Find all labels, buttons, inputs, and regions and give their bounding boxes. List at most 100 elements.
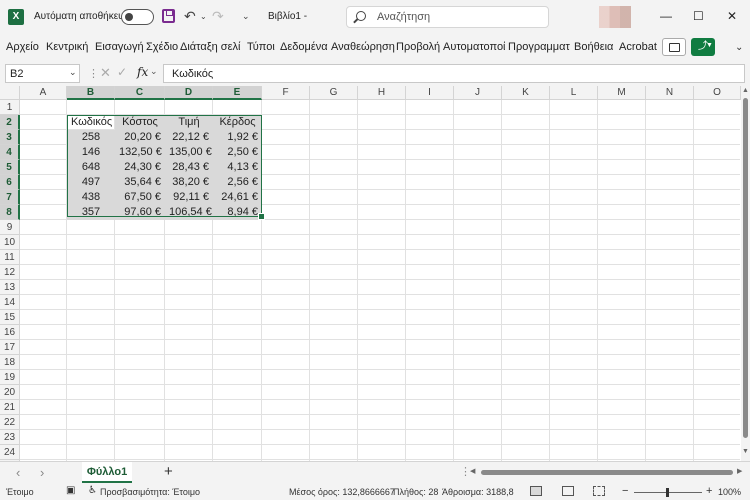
close-icon[interactable]: ✕	[727, 9, 737, 23]
row-header-23[interactable]: 23	[0, 430, 20, 445]
search-box[interactable]: Αναζήτηση	[346, 6, 549, 28]
column-header-h[interactable]: H	[358, 86, 406, 100]
document-title[interactable]: Βιβλίο1 -	[268, 11, 307, 22]
customize-toolbar-icon[interactable]: ⌄	[242, 11, 250, 22]
avatar[interactable]	[599, 6, 631, 28]
column-header-l[interactable]: L	[550, 86, 598, 100]
row-header-20[interactable]: 20	[0, 385, 20, 400]
column-header-g[interactable]: G	[310, 86, 358, 100]
enter-icon[interactable]: ✓	[117, 65, 127, 79]
redo-icon[interactable]: ↷	[212, 8, 224, 25]
accessibility-icon[interactable]: ♿	[88, 485, 97, 496]
zoom-slider-thumb[interactable]	[666, 488, 669, 497]
select-all-corner[interactable]	[0, 86, 20, 100]
zoom-in-icon[interactable]: +	[706, 485, 712, 497]
next-sheet-icon[interactable]: ›	[40, 465, 44, 480]
tab-file[interactable]: Αρχείο	[6, 41, 39, 53]
tab-data[interactable]: Δεδομένα	[280, 41, 328, 53]
function-dropdown-icon[interactable]: ⌄	[150, 66, 158, 77]
row-header-3[interactable]: 3	[0, 130, 20, 145]
column-header-c[interactable]: C	[115, 86, 165, 100]
normal-view-icon[interactable]	[530, 486, 542, 496]
row-header-14[interactable]: 14	[0, 295, 20, 310]
row-header-21[interactable]: 21	[0, 400, 20, 415]
tab-home[interactable]: Κεντρική	[46, 41, 88, 53]
name-box[interactable]: B2 ⌄	[5, 64, 80, 83]
row-header-7[interactable]: 7	[0, 190, 20, 205]
selection-range[interactable]	[67, 115, 265, 220]
maximize-icon[interactable]: ☐	[693, 9, 704, 23]
row-header-11[interactable]: 11	[0, 250, 20, 265]
vertical-scroll-thumb[interactable]	[743, 98, 748, 438]
column-header-k[interactable]: K	[502, 86, 550, 100]
undo-dropdown-icon[interactable]: ⌄	[200, 12, 207, 21]
row-header-5[interactable]: 5	[0, 160, 20, 175]
chevron-down-icon[interactable]: ⌄	[735, 42, 743, 53]
autosave-toggle[interactable]	[121, 9, 154, 25]
tab-developer[interactable]: Προγραμματι	[508, 41, 570, 53]
row-header-2[interactable]: 2	[0, 115, 20, 130]
comments-button[interactable]	[662, 38, 686, 56]
row-header-4[interactable]: 4	[0, 145, 20, 160]
horizontal-scroll-thumb[interactable]	[481, 470, 733, 475]
row-header-18[interactable]: 18	[0, 355, 20, 370]
name-box-dropdown-icon[interactable]: ⌄	[69, 67, 77, 78]
macro-record-icon[interactable]: ▣	[66, 485, 75, 496]
row-header-9[interactable]: 9	[0, 220, 20, 235]
add-sheet-button[interactable]: +	[164, 463, 173, 480]
column-header-a[interactable]: A	[20, 86, 67, 100]
column-header-f[interactable]: F	[262, 86, 310, 100]
row-header-24[interactable]: 24	[0, 445, 20, 460]
column-header-d[interactable]: D	[165, 86, 213, 100]
tab-draw[interactable]: Σχέδιο	[146, 41, 178, 53]
column-header-e[interactable]: E	[213, 86, 262, 100]
share-dropdown-icon[interactable]: ▼	[706, 42, 713, 49]
tab-formulas[interactable]: Τύποι	[247, 41, 275, 53]
tab-help[interactable]: Βοήθεια	[574, 41, 613, 53]
minimize-icon[interactable]: —	[660, 9, 672, 23]
row-header-19[interactable]: 19	[0, 370, 20, 385]
row-header-15[interactable]: 15	[0, 310, 20, 325]
accessibility-status[interactable]: Προσβασιμότητα: Έτοιμο	[100, 487, 200, 497]
tab-automate[interactable]: Αυτοματοποί	[443, 41, 505, 53]
scroll-left-icon[interactable]: ◀	[470, 467, 475, 475]
tab-view[interactable]: Προβολή	[396, 41, 440, 53]
cancel-icon[interactable]: ✕	[100, 65, 111, 81]
row-header-22[interactable]: 22	[0, 415, 20, 430]
zoom-out-icon[interactable]: −	[622, 485, 628, 497]
title-bar: X Αυτόματη αποθήκευση ↶ ⌄ ↷ ⌄ Βιβλίο1 - …	[0, 0, 750, 34]
tab-insert[interactable]: Εισαγωγή	[95, 41, 144, 53]
save-icon[interactable]	[162, 9, 175, 23]
tab-review[interactable]: Αναθεώρηση	[331, 41, 395, 53]
scroll-up-icon[interactable]: ▲	[742, 87, 749, 94]
tab-page-layout[interactable]: Διάταξη σελί	[180, 41, 244, 53]
horizontal-scrollbar[interactable]: ◀ ▶	[470, 468, 745, 476]
row-header-8[interactable]: 8	[0, 205, 20, 220]
column-header-i[interactable]: I	[406, 86, 454, 100]
zoom-level[interactable]: 100%	[718, 487, 741, 497]
column-header-m[interactable]: M	[598, 86, 646, 100]
scroll-right-icon[interactable]: ▶	[737, 467, 742, 475]
page-layout-view-icon[interactable]	[562, 486, 574, 496]
undo-icon[interactable]: ↶	[184, 8, 196, 25]
worksheet-grid[interactable]: ABCDEFGHIJKLMNO 1 2 3 4 5 6 7 8 9 10 11 12 13 14 15 16 1…	[0, 86, 750, 475]
row-header-6[interactable]: 6	[0, 175, 20, 190]
row-header-17[interactable]: 17	[0, 340, 20, 355]
column-header-o[interactable]: O	[694, 86, 741, 100]
insert-function-button[interactable]: fx	[137, 65, 148, 79]
row-header-1[interactable]: 1	[0, 100, 20, 115]
page-break-view-icon[interactable]	[593, 486, 605, 496]
row-header-12[interactable]: 12	[0, 265, 20, 280]
sheet-tab-active[interactable]: Φύλλο1	[82, 462, 132, 483]
row-header-10[interactable]: 10	[0, 235, 20, 250]
column-header-b[interactable]: B	[67, 86, 115, 100]
tab-acrobat[interactable]: Acrobat	[619, 41, 657, 53]
vertical-scrollbar[interactable]: ▲ ▼	[741, 86, 750, 461]
scroll-down-icon[interactable]: ▼	[742, 448, 749, 455]
row-header-16[interactable]: 16	[0, 325, 20, 340]
column-header-j[interactable]: J	[454, 86, 502, 100]
row-header-13[interactable]: 13	[0, 280, 20, 295]
formula-input[interactable]: Κωδικός	[163, 64, 745, 83]
prev-sheet-icon[interactable]: ‹	[16, 465, 20, 480]
column-header-n[interactable]: N	[646, 86, 694, 100]
